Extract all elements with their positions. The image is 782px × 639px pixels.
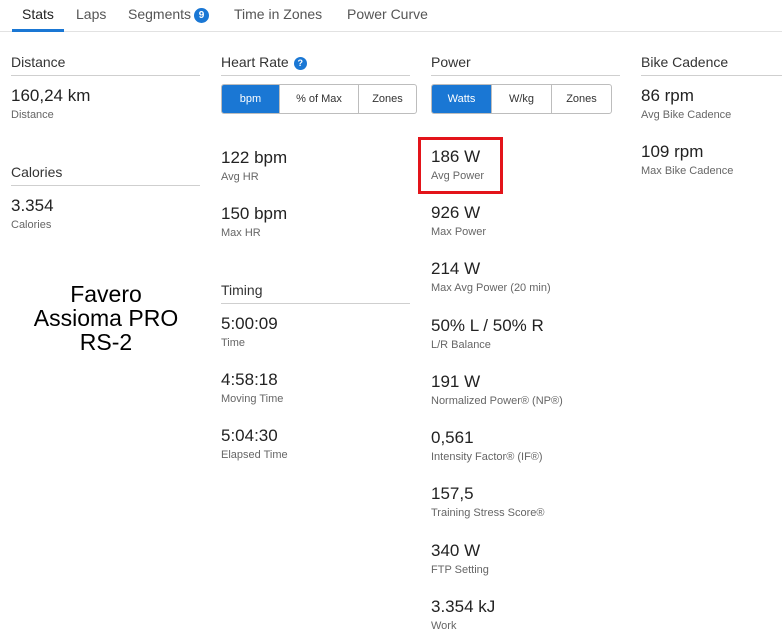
distance-value: 160,24 km: [11, 86, 91, 105]
lr-balance-label: L/R Balance: [431, 339, 491, 351]
avg-hr-label: Avg HR: [221, 171, 259, 183]
avg-cadence-label: Avg Bike Cadence: [641, 109, 732, 121]
tss-value: 157,5: [431, 484, 474, 503]
max-cadence-stat: 109 rpm Max Bike Cadence: [641, 141, 733, 178]
hr-unit-zones-button[interactable]: Zones: [358, 85, 416, 113]
avg-hr-stat: 122 bpm Avg HR: [221, 147, 287, 184]
calories-label: Calories: [11, 219, 52, 231]
tab-time-in-zones[interactable]: Time in Zones: [234, 0, 322, 31]
elapsed-time-value: 5:04:30: [221, 426, 278, 445]
tab-laps[interactable]: Laps: [76, 0, 106, 31]
tab-time-in-zones-label: Time in Zones: [234, 6, 323, 22]
normalized-power-label: Normalized Power® (NP®): [431, 395, 563, 407]
max-power-label: Max Power: [431, 226, 487, 238]
max-hr-stat: 150 bpm Max HR: [221, 203, 287, 240]
time-value: 5:00:09: [221, 314, 278, 333]
power-unit-toggle: Watts W/kg Zones: [431, 84, 612, 114]
moving-time-stat: 4:58:18 Moving Time: [221, 369, 283, 406]
stats-tab-bar: Stats Laps Segments 9 Time in Zones Power…: [0, 0, 782, 32]
calories-stat: 3.354 Calories: [11, 195, 54, 232]
tab-segments-label: Segments: [128, 6, 192, 22]
time-label: Time: [221, 337, 246, 349]
avg-cadence-value: 86 rpm: [641, 86, 694, 105]
max-power-stat: 926 W Max Power: [431, 202, 486, 239]
tab-stats[interactable]: Stats: [12, 0, 64, 32]
tab-power-curve-label: Power Curve: [347, 6, 428, 22]
max-power-value: 926 W: [431, 203, 481, 222]
max-avg-power-stat: 214 W Max Avg Power (20 min): [431, 258, 551, 295]
work-stat: 3.354 kJ Work: [431, 596, 495, 633]
heart-rate-unit-toggle: bpm % of Max Zones: [221, 84, 417, 114]
avg-hr-value: 122 bpm: [221, 148, 288, 167]
calories-value: 3.354: [11, 196, 54, 215]
tss-label: Training Stress Score®: [431, 507, 545, 519]
max-hr-value: 150 bpm: [221, 204, 288, 223]
tab-power-curve[interactable]: Power Curve: [347, 0, 428, 31]
distance-section-header: Distance: [11, 52, 200, 76]
ftp-setting-label: FTP Setting: [431, 564, 489, 576]
max-cadence-label: Max Bike Cadence: [641, 165, 734, 177]
avg-cadence-stat: 86 rpm Avg Bike Cadence: [641, 85, 731, 122]
max-avg-power-value: 214 W: [431, 259, 481, 278]
ftp-setting-stat: 340 W FTP Setting: [431, 540, 489, 577]
normalized-power-stat: 191 W Normalized Power® (NP®): [431, 371, 563, 408]
elapsed-time-stat: 5:04:30 Elapsed Time: [221, 425, 288, 462]
time-stat: 5:00:09 Time: [221, 313, 278, 350]
elapsed-time-label: Elapsed Time: [221, 449, 288, 461]
max-hr-label: Max HR: [221, 227, 261, 239]
max-cadence-value: 109 rpm: [641, 142, 704, 161]
overlay-line-2: Assioma PRO: [33, 305, 179, 331]
work-value: 3.354 kJ: [431, 597, 496, 616]
distance-stat: 160,24 km Distance: [11, 85, 90, 122]
power-unit-watts-button[interactable]: Watts: [432, 85, 491, 113]
intensity-factor-label: Intensity Factor® (IF®): [431, 451, 543, 463]
avg-power-highlight-box: [418, 137, 503, 194]
tab-segments[interactable]: Segments 9: [128, 0, 210, 31]
power-unit-zones-button[interactable]: Zones: [551, 85, 611, 113]
distance-label: Distance: [11, 109, 54, 121]
moving-time-value: 4:58:18: [221, 370, 278, 389]
intensity-factor-value: 0,561: [431, 428, 474, 447]
power-unit-wkg-button[interactable]: W/kg: [491, 85, 551, 113]
moving-time-label: Moving Time: [221, 393, 284, 405]
segments-count-badge: 9: [194, 8, 210, 23]
hr-unit-bpm-button[interactable]: bpm: [222, 85, 279, 113]
heart-rate-section-header: Heart Rate?: [221, 52, 410, 76]
help-icon[interactable]: ?: [293, 57, 307, 70]
lr-balance-value: 50% L / 50% R: [431, 316, 544, 335]
max-avg-power-label: Max Avg Power (20 min): [431, 282, 551, 294]
ftp-setting-value: 340 W: [431, 541, 481, 560]
timing-section-header: Timing: [221, 280, 410, 304]
overlay-line-1: Favero: [70, 281, 142, 307]
calories-section-header: Calories: [11, 162, 200, 186]
tab-laps-label: Laps: [76, 6, 107, 22]
hr-unit-percent-max-button[interactable]: % of Max: [279, 85, 358, 113]
work-label: Work: [431, 620, 457, 632]
tab-stats-label: Stats: [22, 6, 54, 22]
heart-rate-header-label: Heart Rate: [221, 54, 289, 70]
intensity-factor-stat: 0,561 Intensity Factor® (IF®): [431, 427, 543, 464]
tss-stat: 157,5 Training Stress Score®: [431, 483, 544, 520]
normalized-power-value: 191 W: [431, 372, 481, 391]
overlay-line-3: RS-2: [79, 329, 133, 355]
power-section-header: Power: [431, 52, 620, 76]
bike-cadence-section-header: Bike Cadence: [641, 52, 782, 76]
lr-balance-stat: 50% L / 50% R L/R Balance: [431, 315, 544, 352]
device-overlay-text: Favero Assioma PRO RS-2: [10, 282, 202, 354]
